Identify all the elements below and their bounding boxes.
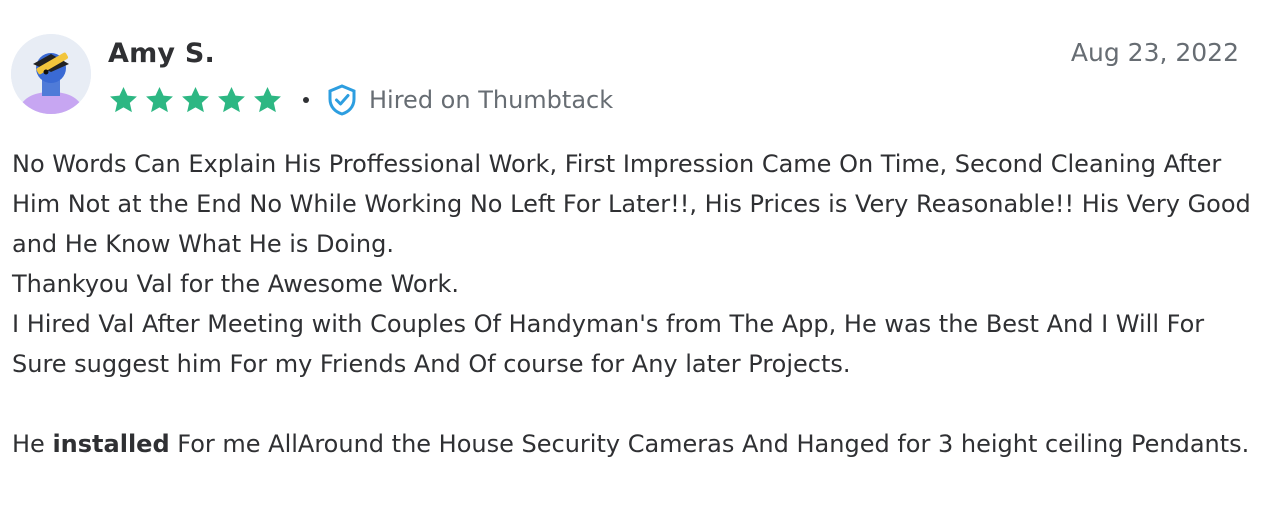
review-paragraph: I Hired Val After Meeting with Couples O… xyxy=(12,310,1205,378)
reviewer-name: Amy S. xyxy=(108,38,215,69)
avatar xyxy=(11,34,91,114)
star-icon xyxy=(254,86,281,112)
review-body: No Words Can Explain His Proffessional W… xyxy=(12,144,1262,464)
review-text-prefix: He xyxy=(12,430,53,458)
star-icon xyxy=(146,86,173,112)
review-text-suffix: For me AllAround the House Security Came… xyxy=(169,430,1250,458)
review-text-bold: installed xyxy=(52,430,170,458)
avatar-icon xyxy=(11,34,91,114)
star-icon xyxy=(110,86,137,112)
review-paragraph: No Words Can Explain His Proffessional W… xyxy=(12,150,1251,258)
star-icon xyxy=(218,86,245,112)
review-paragraph: He installed For me AllAround the House … xyxy=(12,424,1262,464)
star-icon xyxy=(182,86,209,112)
review-paragraph: Thankyou Val for the Awesome Work. xyxy=(12,270,459,298)
review-meta: Hired on Thumbtack xyxy=(108,82,613,118)
hired-badge-text: Hired on Thumbtack xyxy=(369,86,614,114)
verified-shield-icon xyxy=(328,84,356,116)
star-rating xyxy=(108,85,283,116)
review-date: Aug 23, 2022 xyxy=(1070,38,1239,67)
separator-dot xyxy=(303,97,309,103)
